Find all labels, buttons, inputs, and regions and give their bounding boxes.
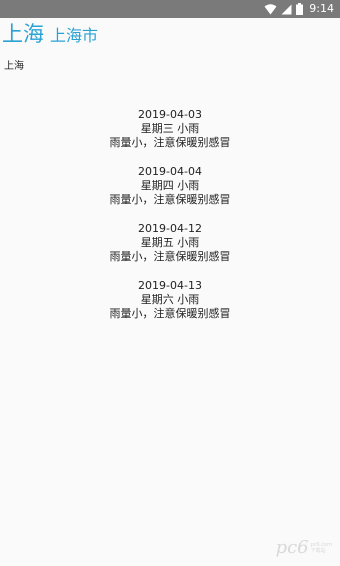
page-subtitle: 上海市	[50, 26, 99, 45]
battery-icon	[296, 3, 304, 15]
status-time: 9:14	[309, 2, 334, 15]
watermark-logo: pc6 pc6.com 下载站	[276, 537, 332, 558]
forecast-condition: 小雨	[177, 293, 200, 306]
header: 上海 上海市	[2, 18, 98, 52]
forecast-tip: 雨量小，注意保暖别感冒	[109, 250, 231, 263]
forecast-weekday: 星期四	[140, 179, 174, 192]
forecast-item: 2019-04-12 星期五 小雨 雨量小，注意保暖别感冒	[0, 222, 340, 264]
forecast-weekday: 星期五	[140, 236, 174, 249]
forecast-item: 2019-04-13 星期六 小雨 雨量小，注意保暖别感冒	[0, 279, 340, 321]
forecast-tip: 雨量小，注意保暖别感冒	[109, 307, 231, 320]
watermark-subtext: pc6.com 下载站	[311, 542, 332, 554]
city-label: 上海	[4, 61, 24, 72]
watermark-caption: 下载站	[310, 547, 326, 554]
forecast-date: 2019-04-12	[138, 222, 202, 235]
status-bar: 9:14	[0, 0, 340, 18]
forecast-condition: 小雨	[177, 179, 200, 192]
forecast-weather: 星期五 小雨	[0, 236, 340, 250]
forecast-tip: 雨量小，注意保暖别感冒	[109, 193, 231, 206]
forecast-tip: 雨量小，注意保暖别感冒	[109, 136, 231, 149]
forecast-date: 2019-04-04	[138, 165, 202, 178]
forecast-condition: 小雨	[177, 236, 200, 249]
forecast-weekday: 星期三	[140, 122, 174, 135]
forecast-list: 2019-04-03 星期三 小雨 雨量小，注意保暖别感冒 2019-04-04…	[0, 108, 340, 336]
forecast-condition: 小雨	[177, 122, 200, 135]
forecast-item: 2019-04-04 星期四 小雨 雨量小，注意保暖别感冒	[0, 165, 340, 207]
watermark-text: pc6	[275, 537, 309, 558]
wifi-icon	[264, 3, 277, 14]
forecast-weather: 星期六 小雨	[0, 293, 340, 307]
signal-icon	[281, 4, 292, 14]
forecast-date: 2019-04-13	[138, 279, 202, 292]
forecast-weather: 星期四 小雨	[0, 179, 340, 193]
forecast-item: 2019-04-03 星期三 小雨 雨量小，注意保暖别感冒	[0, 108, 340, 150]
status-icons: 9:14	[264, 0, 334, 18]
forecast-weekday: 星期六	[140, 293, 174, 306]
forecast-date: 2019-04-03	[138, 108, 202, 121]
forecast-weather: 星期三 小雨	[0, 122, 340, 136]
page-title: 上海	[2, 22, 44, 46]
